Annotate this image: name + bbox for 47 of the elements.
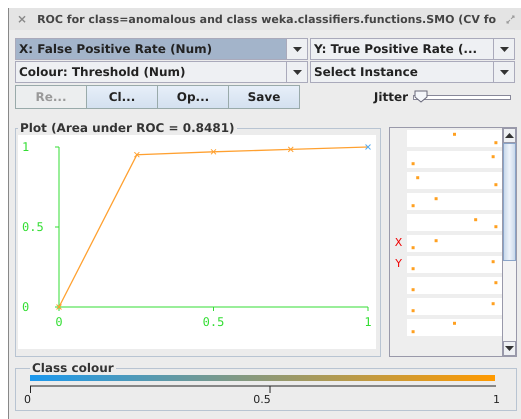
window-title: ROC for class=anomalous and class weka.classifiers.functions.SMO (CV fo xyxy=(37,12,496,26)
attribute-scatter-drawing[interactable] xyxy=(407,277,502,294)
x-tick-label: 0.5 xyxy=(202,315,224,329)
caret-icon xyxy=(500,46,508,52)
dropdown[interactable]: Colour: Threshold (Num) xyxy=(15,61,308,83)
scrollbar-thumb[interactable] xyxy=(503,143,516,261)
scale-label: 0.5 xyxy=(253,393,271,406)
x-tick-label: 0 xyxy=(55,315,63,329)
jitter-label: Jitter xyxy=(374,90,408,104)
point-marker xyxy=(56,304,62,310)
toolbar-button[interactable]: Save xyxy=(228,85,300,109)
scale-label: 1 xyxy=(493,393,500,406)
attribute-scatter-drawing[interactable] xyxy=(407,172,502,189)
maximize-icon[interactable] xyxy=(506,14,515,24)
caret-icon xyxy=(500,70,508,74)
attribute-scatter-drawing[interactable] xyxy=(407,193,502,210)
point-marker xyxy=(365,144,371,150)
y-tick-label: 0 xyxy=(22,300,30,314)
dropdown[interactable]: X: False Positive Rate (Num) xyxy=(15,38,308,60)
attribute-scatter-drawing[interactable] xyxy=(407,298,502,315)
attribute-scatter-drawing[interactable] xyxy=(407,235,502,252)
attribute-scatter-drawing[interactable] xyxy=(407,256,502,273)
y-tick-label: 0.5 xyxy=(22,220,44,234)
y-tick-label: 1 xyxy=(22,140,30,154)
slider-thumb[interactable] xyxy=(414,90,428,102)
point-marker xyxy=(210,148,216,155)
attribute-scatter-drawing[interactable] xyxy=(407,151,502,168)
caret-icon xyxy=(292,46,302,52)
attribute-scatter-drawing[interactable] xyxy=(407,319,502,336)
class-colour-title: Class colour xyxy=(31,361,115,375)
scroll-up-button[interactable] xyxy=(503,128,516,143)
point-marker xyxy=(134,152,140,158)
point-marker xyxy=(288,146,294,152)
toolbar-button[interactable]: Op... xyxy=(157,85,229,109)
up-arrow-icon xyxy=(505,133,514,138)
dropdown[interactable]: Y: True Positive Rate (... xyxy=(310,38,515,60)
dropdown[interactable]: Select Instance xyxy=(310,61,515,83)
scroll-down-button[interactable] xyxy=(503,341,516,356)
x-tick-label: 1 xyxy=(364,315,372,329)
toolbar-button[interactable]: Cl... xyxy=(86,85,158,109)
y-attribute-label: Y xyxy=(395,257,402,270)
caret-icon xyxy=(292,70,302,74)
down-arrow-icon xyxy=(505,346,514,351)
plot-title: Plot (Area under ROC = 0.8481) xyxy=(19,121,236,135)
attribute-scatter-drawing[interactable] xyxy=(407,214,502,231)
x-attribute-label: X xyxy=(394,236,402,249)
scale-label: 0 xyxy=(24,393,31,406)
